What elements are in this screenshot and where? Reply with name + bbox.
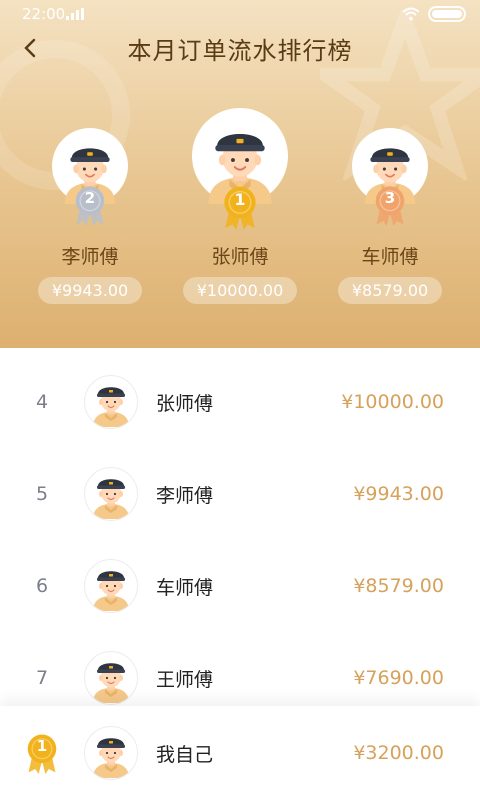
list-item[interactable]: 4 张师傅 ¥10000.00	[0, 356, 480, 448]
list-item[interactable]: 6 车师傅 ¥8579.00	[0, 540, 480, 632]
avatar	[84, 726, 138, 780]
winner-name: 李师傅	[61, 246, 119, 268]
medal-rank: 2	[84, 189, 96, 207]
medal-rank: 1	[36, 737, 48, 755]
driver-avatar-icon	[86, 653, 136, 703]
winner-amount: ¥9943.00	[37, 277, 143, 304]
winner-name: 张师傅	[211, 246, 269, 268]
ranking-header: 22:00 本月订单流水排行榜 2 李师傅 ¥9943.00 1 张师傅 ¥10…	[0, 0, 480, 348]
rank-number: 7	[35, 667, 49, 689]
rank-number: 5	[35, 483, 49, 505]
driver-avatar-icon	[86, 377, 136, 427]
driver-name: 张师傅	[156, 392, 214, 415]
podium: 2 李师傅 ¥9943.00 1 张师傅 ¥10000.00 3 车师傅 ¥85…	[0, 0, 480, 348]
avatar	[84, 375, 138, 429]
driver-name: 王师傅	[156, 668, 214, 691]
podium-first[interactable]: 1 张师傅 ¥10000.00	[180, 108, 300, 304]
avatar	[84, 559, 138, 613]
podium-third[interactable]: 3 车师傅 ¥8579.00	[334, 128, 446, 304]
avatar: 1	[192, 108, 288, 204]
podium-second[interactable]: 2 李师傅 ¥9943.00	[34, 128, 146, 304]
self-medal: 1	[0, 732, 84, 774]
rank-number: 6	[35, 575, 49, 597]
winner-amount: ¥10000.00	[182, 277, 298, 304]
rank-number: 4	[35, 391, 49, 413]
order-amount: ¥9943.00	[353, 483, 444, 505]
avatar: 3	[352, 128, 428, 204]
order-amount: ¥7690.00	[353, 667, 444, 689]
order-amount: ¥10000.00	[341, 391, 444, 413]
winner-name: 车师傅	[361, 246, 419, 268]
driver-name: 李师傅	[156, 484, 214, 507]
list-item[interactable]: 5 李师傅 ¥9943.00	[0, 448, 480, 540]
driver-avatar-icon	[86, 561, 136, 611]
avatar	[84, 467, 138, 521]
order-amount: ¥8579.00	[353, 575, 444, 597]
driver-avatar-icon	[86, 469, 136, 519]
medal-rank: 1	[234, 190, 246, 209]
ranking-list: 4 张师傅 ¥10000.00 5 李师傅 ¥9943.00 6 车师傅 ¥85…	[0, 356, 480, 724]
driver-name: 车师傅	[156, 576, 214, 599]
avatar	[84, 651, 138, 705]
medal-rank: 3	[384, 189, 396, 207]
driver-avatar-icon	[86, 728, 136, 778]
self-amount: ¥3200.00	[353, 742, 444, 764]
winner-amount: ¥8579.00	[337, 277, 443, 304]
self-ranking-row[interactable]: 1 我自己 ¥3200.00	[0, 706, 480, 800]
self-name: 我自己	[156, 743, 214, 766]
avatar: 2	[52, 128, 128, 204]
